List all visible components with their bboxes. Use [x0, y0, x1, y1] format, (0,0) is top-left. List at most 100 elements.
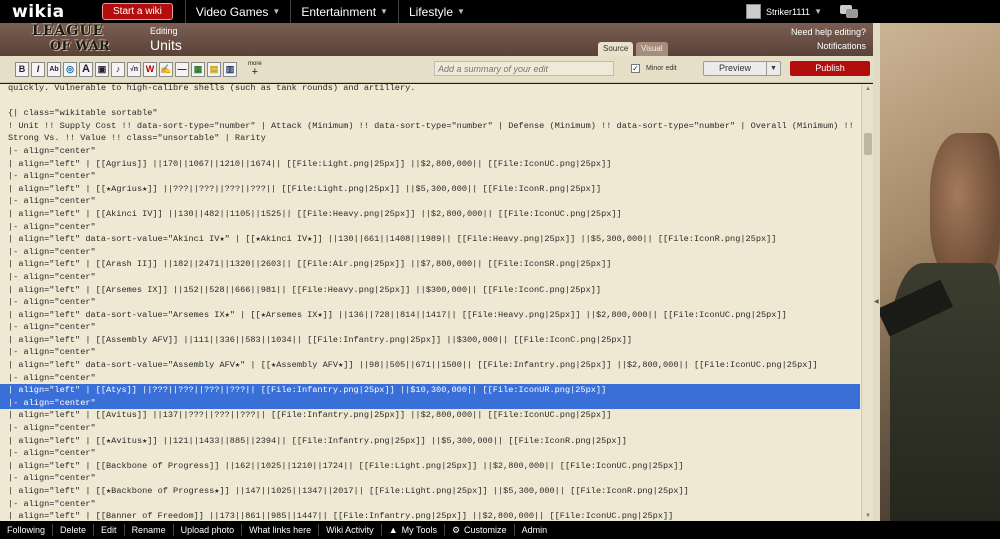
signature-icon[interactable]: ✍ — [159, 62, 173, 77]
tab-source[interactable]: Source — [598, 42, 634, 56]
code-line[interactable]: | align="left" | [[★Backbone of Progress… — [8, 485, 860, 498]
code-line[interactable]: |- align="center" — [8, 422, 860, 435]
caret-up-icon: ▲ — [388, 525, 398, 535]
upload-photo-link[interactable]: Upload photo — [174, 524, 243, 536]
customize-link[interactable]: ⚙ Customize — [445, 524, 515, 536]
editor-header: LEAGUE OF WAR Editing Units Source Visua… — [0, 23, 880, 56]
code-line[interactable]: | align="left" data-sort-value="Akinci I… — [8, 233, 860, 246]
league-of-war-logo[interactable]: LEAGUE OF WAR — [32, 24, 112, 56]
admin-link[interactable]: Admin — [515, 524, 555, 536]
chevron-down-icon: ▼ — [457, 7, 465, 16]
delete-link[interactable]: Delete — [53, 524, 95, 536]
toolbar-bottom: Following Delete Edit Rename Upload phot… — [0, 521, 1000, 539]
code-line[interactable]: | align="left" | [[Arsemes IX]] ||152||5… — [8, 284, 860, 297]
slideshow-icon[interactable]: ▤ — [207, 62, 221, 77]
code-line[interactable]: ! Unit !! Supply Cost !! data-sort-type=… — [8, 120, 860, 133]
wikia-logo[interactable]: wikia — [12, 2, 92, 22]
what-links-here-link[interactable]: What links here — [242, 524, 320, 536]
preview-button[interactable]: Preview ▼ — [703, 61, 781, 76]
code-line[interactable]: |- align="center" — [8, 447, 860, 460]
code-line[interactable]: |- align="center" — [8, 372, 860, 385]
code-line[interactable]: | align="left" | [[Backbone of Progress]… — [8, 460, 860, 473]
edit-summary-input[interactable] — [434, 61, 614, 76]
media-icon[interactable]: ♪ — [111, 62, 125, 77]
source-code[interactable]: quickly. Vulnerable to high-calibre shel… — [0, 84, 860, 521]
code-line[interactable]: | align="left" | [[Avitus]] ||137||???||… — [8, 409, 860, 422]
selected-code-line[interactable]: | align="left" | [[Atys]] ||???||???||??… — [0, 384, 860, 397]
scroll-down-icon[interactable]: ▼ — [865, 513, 871, 519]
scrollbar-thumb[interactable] — [864, 133, 872, 155]
chevron-down-icon[interactable]: ▼ — [814, 7, 822, 16]
horizontal-line-icon[interactable]: — — [175, 62, 189, 77]
code-line[interactable]: | align="left" data-sort-value="Arsemes … — [8, 309, 860, 322]
heading-icon[interactable]: A — [79, 62, 93, 77]
nav-lifestyle[interactable]: Lifestyle ▼ — [397, 0, 475, 23]
scroll-up-icon[interactable]: ▲ — [865, 86, 871, 92]
code-line[interactable]: |- align="center" — [8, 170, 860, 183]
code-line[interactable]: | align="left" | [[Arash II]] ||182||247… — [8, 258, 860, 271]
code-line[interactable]: |- align="center" — [8, 498, 860, 511]
code-line[interactable]: | align="left" | [[Banner of Freedom]] |… — [8, 510, 860, 521]
code-line[interactable]: |- align="center" — [8, 346, 860, 359]
editor-scrollbar[interactable]: ▲ ▼ — [861, 84, 873, 521]
code-line[interactable]: Strong Vs. !! Value !! class="unsortable… — [8, 132, 860, 145]
code-line[interactable]: quickly. Vulnerable to high-calibre shel… — [8, 84, 860, 95]
wiki-activity-link[interactable]: Wiki Activity — [319, 524, 382, 536]
code-line[interactable]: | align="left" | [[Agrius]] ||170||1067|… — [8, 158, 860, 171]
minor-edit-checkbox[interactable]: ✓ — [631, 64, 640, 73]
nowiki-icon[interactable]: W — [143, 62, 157, 77]
selected-code-line[interactable]: |- align="center" — [0, 396, 860, 410]
nav-video-games[interactable]: Video Games ▼ — [184, 0, 290, 23]
chevron-down-icon[interactable]: ▼ — [766, 62, 780, 75]
start-a-wiki-button[interactable]: Start a wiki — [102, 3, 173, 20]
gallery-icon[interactable]: ▦ — [191, 62, 205, 77]
help-editing-link[interactable]: Need help editing? — [791, 27, 866, 37]
avatar[interactable] — [746, 4, 762, 19]
username[interactable]: Striker1111 — [766, 7, 810, 17]
rename-link[interactable]: Rename — [125, 524, 174, 536]
code-line[interactable]: |- align="center" — [8, 246, 860, 259]
gear-icon: ⚙ — [451, 525, 461, 535]
tab-visual[interactable]: Visual — [636, 42, 668, 56]
chat-icon[interactable] — [840, 4, 860, 19]
code-line[interactable]: |- align="center" — [8, 321, 860, 334]
nav-video-games-label: Video Games — [195, 4, 269, 19]
code-line[interactable]: |- align="center" — [8, 195, 860, 208]
following-link[interactable]: Following — [0, 524, 54, 536]
code-line[interactable]: {| class="wikitable sortable" — [8, 107, 860, 120]
wiki-background-art — [880, 23, 1000, 521]
italic-icon[interactable]: I — [31, 62, 45, 77]
code-line[interactable]: |- align="center" — [8, 296, 860, 309]
code-line[interactable]: | align="left" data-sort-value="Assembly… — [8, 359, 860, 372]
source-editor-textarea[interactable]: quickly. Vulnerable to high-calibre shel… — [0, 84, 873, 521]
edit-link[interactable]: Edit — [94, 524, 125, 536]
code-line[interactable]: | align="left" | [[★Avitus★]] ||121||143… — [8, 435, 860, 448]
code-line[interactable] — [8, 95, 860, 108]
formatting-toolbar: B I Ab ◎ A ▣ ♪ √n W ✍ — ▦ ▤ ▥ — [15, 62, 239, 77]
edit-toolbar-row: B I Ab ◎ A ▣ ♪ √n W ✍ — ▦ ▤ ▥ more + ✓ M… — [0, 56, 880, 83]
video-icon[interactable]: ▥ — [223, 62, 237, 77]
internal-link-icon[interactable]: Ab — [47, 62, 61, 77]
code-line[interactable]: | align="left" | [[Akinci IV]] ||130||48… — [8, 208, 860, 221]
external-link-icon[interactable]: ◎ — [63, 62, 77, 77]
code-line[interactable]: |- align="center" — [8, 145, 860, 158]
more-tools-button[interactable]: more + — [248, 60, 262, 78]
nav-lifestyle-label: Lifestyle — [408, 4, 453, 19]
chevron-down-icon: ▼ — [380, 7, 388, 16]
collapse-rail-icon[interactable]: ◀ — [874, 298, 879, 305]
publish-button[interactable]: Publish — [790, 61, 870, 76]
bold-icon[interactable]: B — [15, 62, 29, 77]
math-icon[interactable]: √n — [127, 62, 141, 77]
code-line[interactable]: | align="left" | [[★Agrius★]] ||???||???… — [8, 183, 860, 196]
my-tools-link[interactable]: ▲ My Tools — [382, 524, 445, 536]
user-menu[interactable]: Striker1111 ▼ — [746, 0, 1000, 23]
code-line[interactable]: |- align="center" — [8, 472, 860, 485]
code-line[interactable]: | align="left" | [[Assembly AFV]] ||111|… — [8, 334, 860, 347]
global-navigation-bar: wikia Start a wiki Video Games ▼ Entertai… — [0, 0, 1000, 23]
nav-entertainment[interactable]: Entertainment ▼ — [290, 0, 398, 23]
code-line[interactable]: |- align="center" — [8, 221, 860, 234]
notifications-link[interactable]: Notifications — [817, 41, 866, 51]
preview-button-label: Preview — [718, 63, 751, 73]
image-icon[interactable]: ▣ — [95, 62, 109, 77]
code-line[interactable]: |- align="center" — [8, 271, 860, 284]
